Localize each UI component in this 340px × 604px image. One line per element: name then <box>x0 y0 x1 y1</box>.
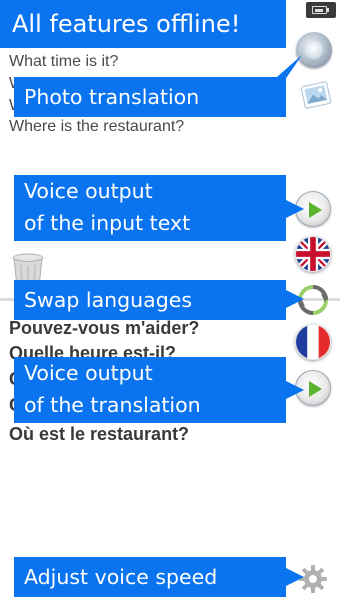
battery-charging-icon <box>306 2 336 18</box>
callout-pointer <box>286 381 304 399</box>
callout-voice-translation: Voice output of the translation <box>14 357 286 423</box>
photo-icon[interactable] <box>299 80 333 110</box>
play-icon <box>309 202 322 218</box>
battery-level <box>314 8 323 12</box>
source-text-line[interactable]: Where is the restaurant? <box>9 118 184 136</box>
callout-voice-speed: Adjust voice speed <box>14 557 286 597</box>
callout-pointer <box>286 290 304 308</box>
callout-swap-languages: Swap languages <box>14 280 286 320</box>
callout-pointer <box>286 200 304 218</box>
callout-voice-input: Voice output of the input text <box>14 175 286 241</box>
french-flag-icon[interactable] <box>295 324 331 360</box>
translation-text-line[interactable]: Où est le restaurant? <box>9 424 189 445</box>
callout-photo-translation: Photo translation <box>14 77 286 117</box>
translation-text-line[interactable]: Pouvez-vous m'aider? <box>9 318 199 339</box>
source-text-line[interactable]: What time is it? <box>9 53 118 71</box>
callout-offline: All features offline! <box>0 0 286 48</box>
uk-flag-icon[interactable] <box>295 236 331 272</box>
play-icon <box>309 381 322 397</box>
camera-icon[interactable] <box>296 32 332 68</box>
callout-pointer <box>286 568 304 586</box>
